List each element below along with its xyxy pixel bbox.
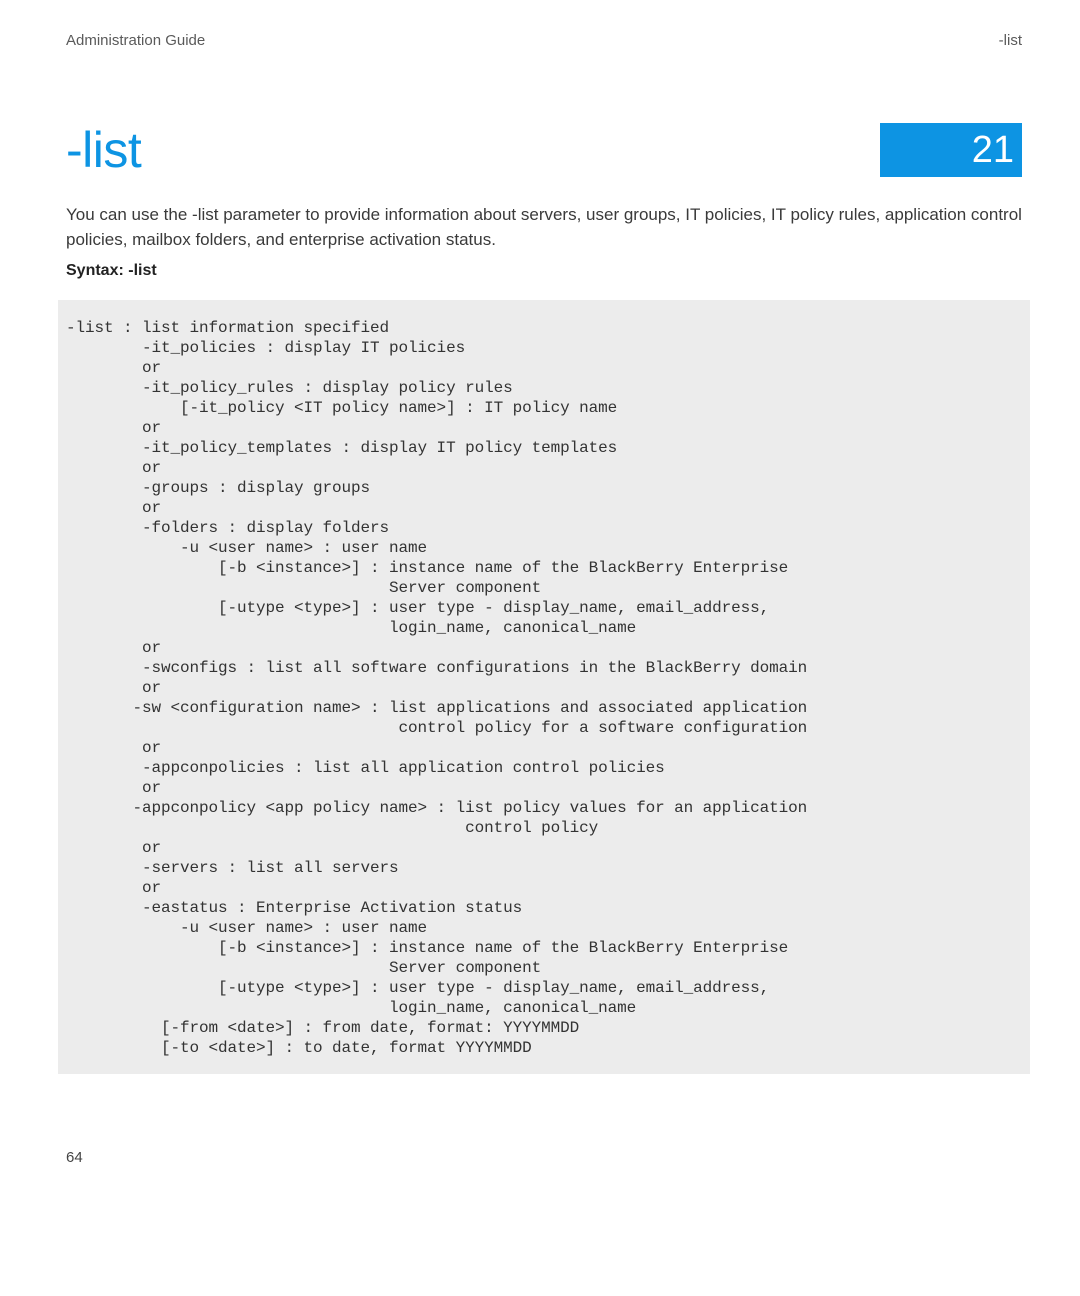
title-row: -list 21 [66, 121, 1022, 179]
page-title: -list [66, 121, 141, 179]
page-header: Administration Guide -list [66, 32, 1022, 49]
syntax-prefix: Syntax: [66, 262, 124, 279]
document-page: Administration Guide -list -list 21 You … [0, 0, 1080, 1074]
header-right: -list [999, 32, 1022, 49]
syntax-value: -list [124, 262, 157, 279]
syntax-label: Syntax: -list [66, 262, 1022, 280]
page-number: 64 [66, 1149, 83, 1166]
code-block: -list : list information specified -it_p… [58, 300, 1030, 1074]
header-left: Administration Guide [66, 32, 205, 49]
chapter-number-badge: 21 [880, 123, 1022, 177]
intro-paragraph: You can use the -list parameter to provi… [66, 203, 1022, 252]
